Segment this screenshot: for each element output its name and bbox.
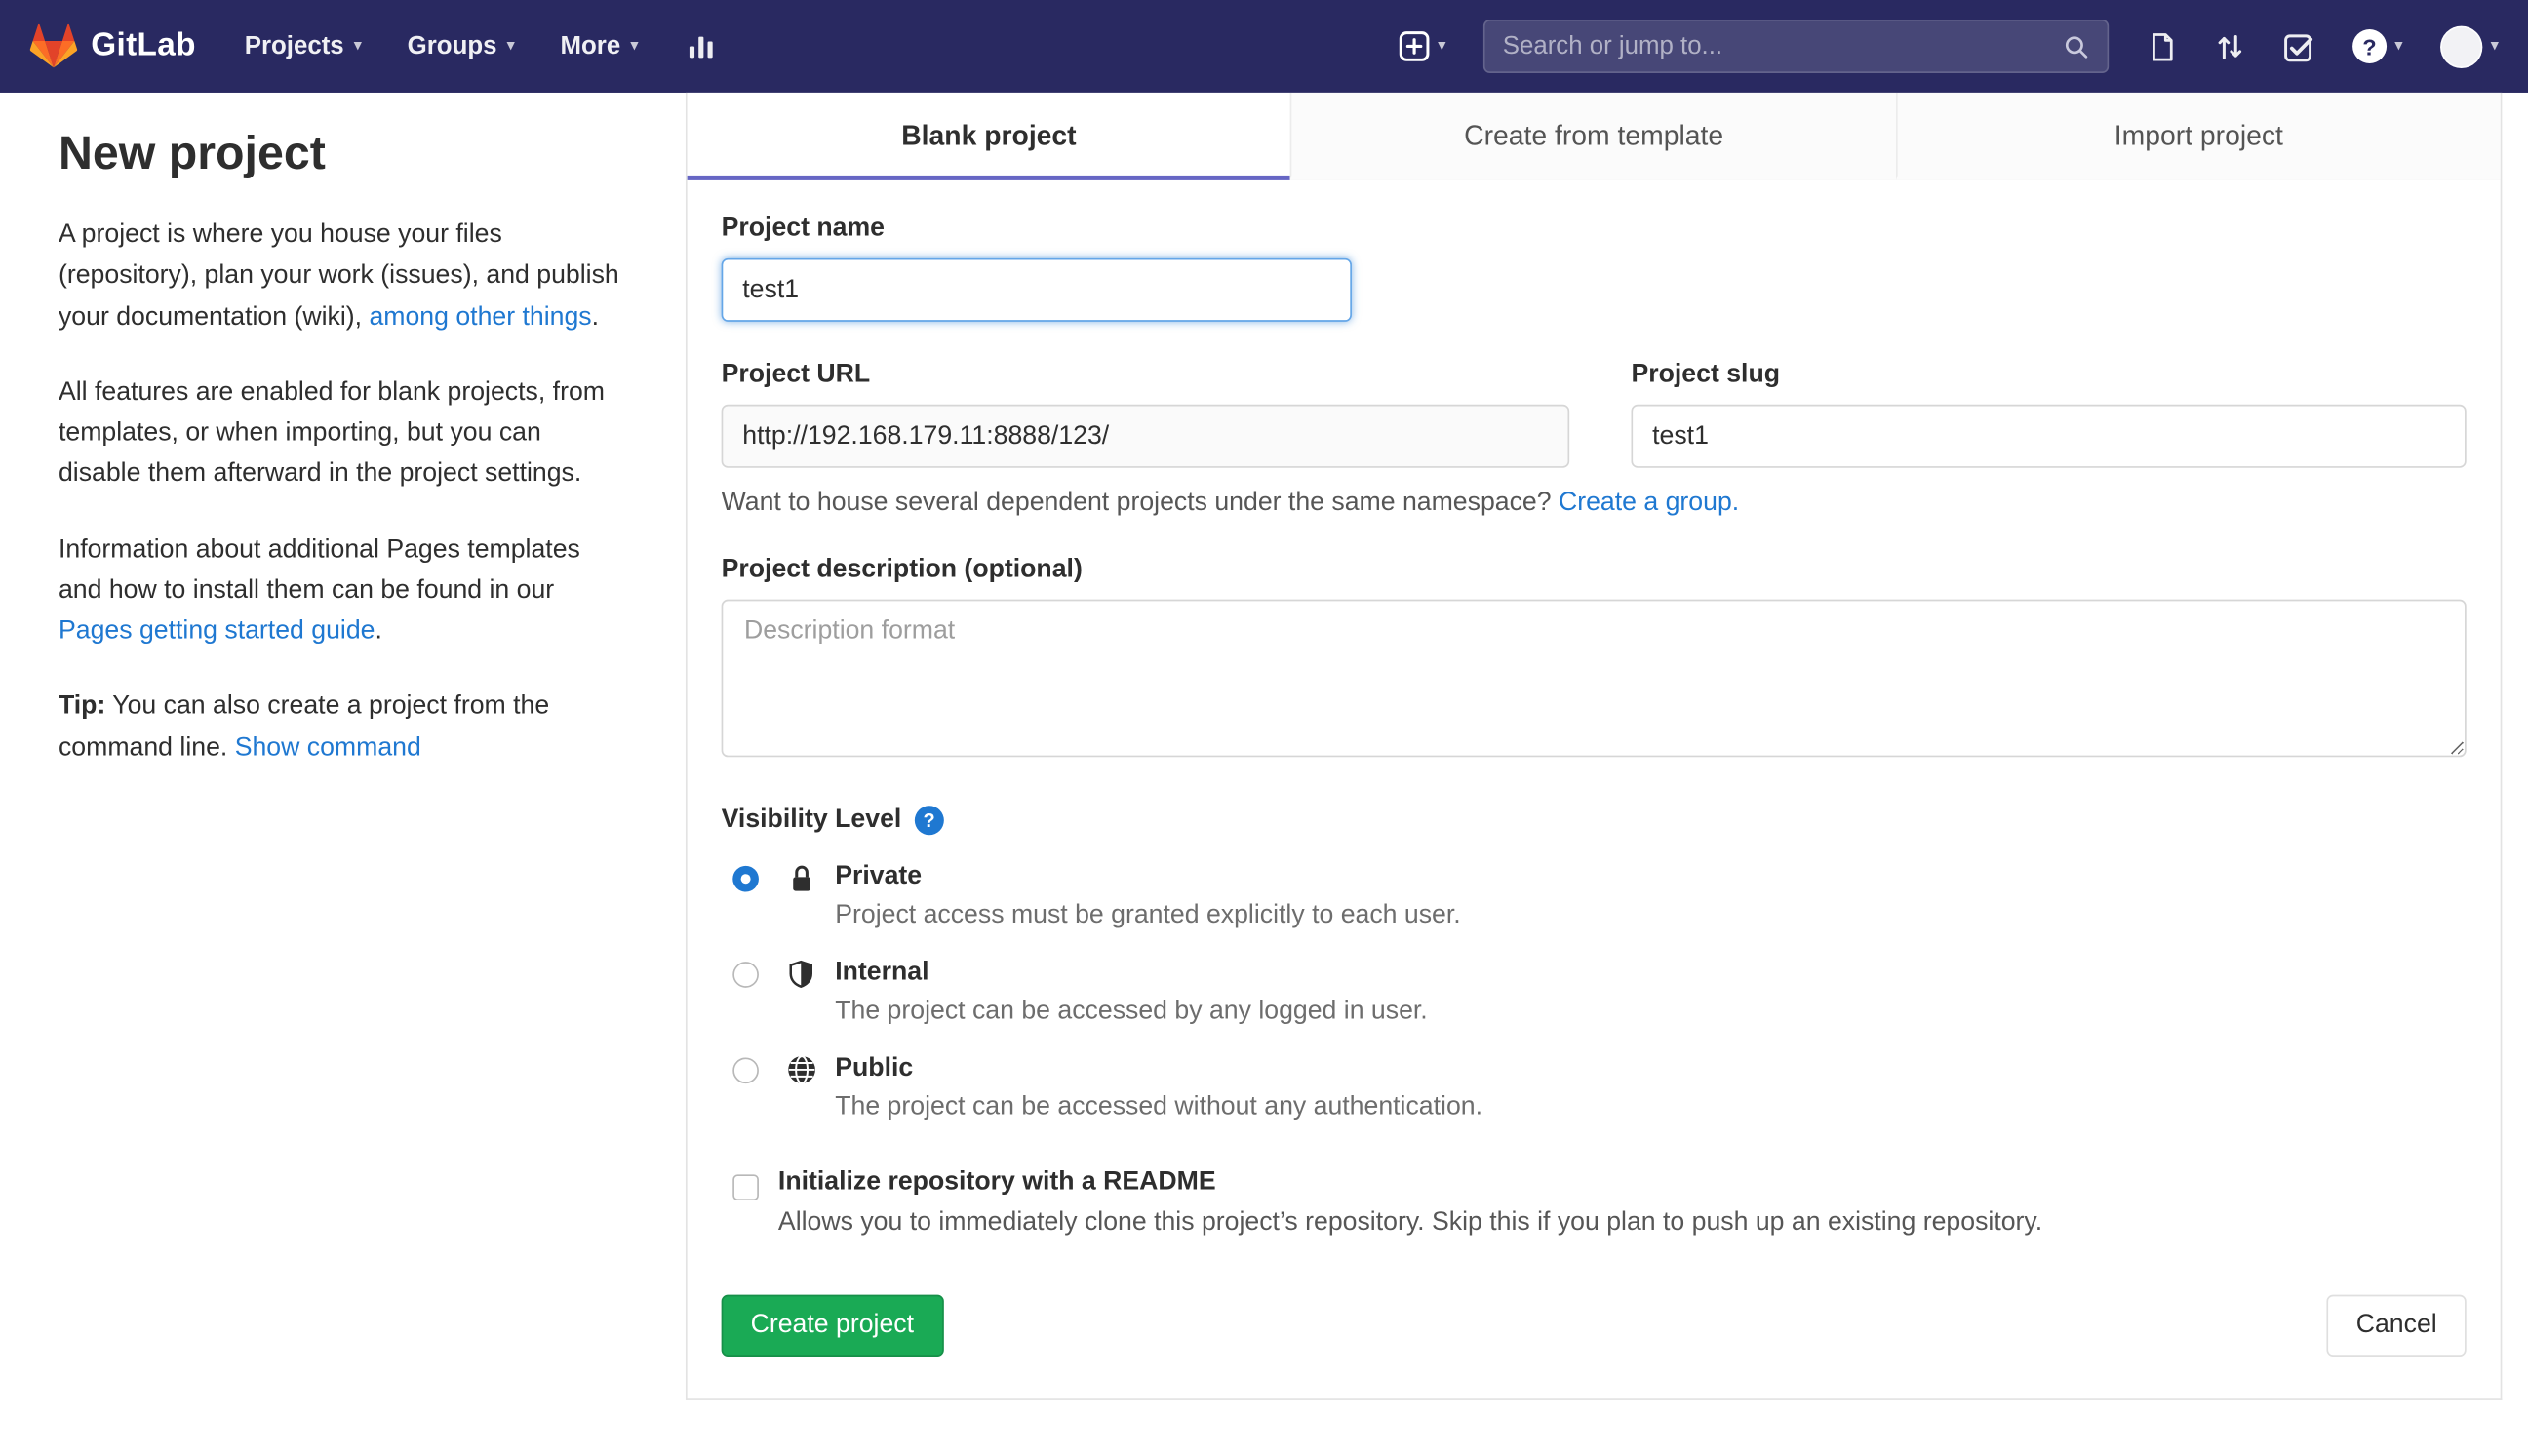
page-title: New project <box>58 128 326 180</box>
bar-chart-icon <box>689 36 713 59</box>
tip-label: Tip: <box>58 692 106 721</box>
shield-icon <box>789 960 812 988</box>
cancel-button[interactable]: Cancel <box>2326 1295 2467 1358</box>
search-box <box>1482 19 2110 73</box>
chevron-down-icon: ▾ <box>1438 36 1446 55</box>
project-url-label: Project URL <box>721 360 871 389</box>
nav-more-label: More <box>560 31 621 59</box>
visibility-option-private: Private Project access must be granted e… <box>722 859 2467 934</box>
show-command-link[interactable]: Show command <box>235 733 421 761</box>
nav-groups[interactable]: Groups ▾ <box>408 31 515 60</box>
search-input[interactable] <box>1502 31 2064 61</box>
paragraph-text: . <box>375 617 382 646</box>
readme-label[interactable]: Initialize repository with a README <box>778 1168 2042 1198</box>
url-slug-row: Project URL Project slug <box>721 360 2467 468</box>
public-radio[interactable] <box>732 1057 759 1084</box>
gitlab-logo-icon <box>29 23 78 68</box>
visibility-option-internal: Internal The project can be accessed by … <box>722 955 2467 1030</box>
project-description-label: Project description (optional) <box>721 555 1083 584</box>
page: GitLab Projects ▾ Groups ▾ More ▾ ▾ Sear… <box>0 0 2528 1456</box>
new-project-panel: Blank project Create from template Impor… <box>685 92 2503 1401</box>
nav-user-menu[interactable]: ▾ <box>2439 24 2500 68</box>
chevron-down-icon: ▾ <box>2490 36 2500 55</box>
nav-new-menu[interactable]: ▾ <box>1399 31 1445 62</box>
sidebar-paragraph-3: Information about additional Pages templ… <box>59 529 627 651</box>
visibility-option-desc: Project access must be granted explicitl… <box>835 900 1461 929</box>
main-content: New project A project is where you house… <box>0 92 2528 1401</box>
project-url-field: Project URL <box>721 360 1570 468</box>
create-project-button[interactable]: Create project <box>721 1295 944 1358</box>
tab-import-project[interactable]: Import project <box>1895 92 2501 180</box>
merge-requests-icon <box>2218 34 2241 59</box>
issues-icon <box>2152 32 2173 60</box>
navbar-right: ▾ Search or jump to... ? ▾ ▾ <box>1399 19 2500 73</box>
hint-text: Want to house several dependent projects… <box>721 489 1559 517</box>
avatar <box>2439 24 2483 68</box>
project-name-label: Project name <box>721 214 886 243</box>
create-a-group-link[interactable]: Create a group. <box>1559 489 1739 516</box>
pages-guide-link[interactable]: Pages getting started guide <box>59 617 375 645</box>
project-slug-label: Project slug <box>1631 360 1781 389</box>
nav-todos-button[interactable] <box>2282 30 2314 62</box>
lock-icon <box>792 865 810 891</box>
visibility-option-name: Private <box>835 862 923 890</box>
nav-projects[interactable]: Projects ▾ <box>245 31 362 60</box>
tab-create-from-template[interactable]: Create from template <box>1290 92 1896 180</box>
visibility-level-label: Visibility Level <box>721 806 902 834</box>
visibility-option-desc: The project can be accessed by any logge… <box>835 997 1428 1025</box>
project-name-input[interactable] <box>721 257 1352 322</box>
project-tabs: Blank project Create from template Impor… <box>687 92 2501 180</box>
readme-checkbox[interactable] <box>732 1174 759 1200</box>
visibility-option-name: Public <box>835 1054 914 1082</box>
nav-more[interactable]: More ▾ <box>561 31 639 60</box>
sidebar-tip: Tip: You can also create a project from … <box>59 687 627 768</box>
namespace-hint: Want to house several dependent projects… <box>722 489 2467 518</box>
visibility-help-icon[interactable]: ? <box>914 806 944 836</box>
internal-radio[interactable] <box>732 962 759 988</box>
project-slug-input[interactable] <box>1631 404 2467 468</box>
form-actions: Create project Cancel <box>721 1295 2467 1358</box>
paragraph-text: . <box>591 302 600 332</box>
project-url-input[interactable] <box>721 404 1570 468</box>
chevron-down-icon: ▾ <box>2394 36 2403 55</box>
chevron-down-icon: ▾ <box>506 36 515 55</box>
chevron-down-icon: ▾ <box>353 36 363 55</box>
visibility-option-desc: The project can be accessed without any … <box>835 1092 1482 1121</box>
chevron-down-icon: ▾ <box>630 36 639 55</box>
private-radio[interactable] <box>732 865 759 892</box>
gitlab-brand-link[interactable]: GitLab <box>29 22 196 69</box>
visibility-option-name: Internal <box>835 958 929 987</box>
readme-desc: Allows you to immediately clone this pro… <box>777 1208 2043 1237</box>
project-slug-field: Project slug <box>1631 360 2467 468</box>
nav-projects-label: Projects <box>244 31 344 59</box>
plus-square-icon <box>1399 31 1430 61</box>
new-project-form: Project name Project URL Project slug Wa… <box>688 180 2501 1399</box>
globe-icon <box>787 1055 815 1084</box>
among-other-things-link[interactable]: among other things <box>369 303 591 331</box>
todo-check-icon <box>2284 33 2312 61</box>
new-project-sidebar: New project A project is where you house… <box>0 93 686 803</box>
sidebar-paragraph-1: A project is where you house your files … <box>59 215 627 337</box>
paragraph-text: Information about additional Pages templ… <box>58 535 580 605</box>
tab-blank-project[interactable]: Blank project <box>687 92 1291 180</box>
help-icon: ? <box>2351 28 2387 63</box>
top-navbar: GitLab Projects ▾ Groups ▾ More ▾ ▾ Sear… <box>0 0 2528 93</box>
readme-row: Initialize repository with a README Allo… <box>722 1168 2467 1242</box>
nav-issues-button[interactable] <box>2146 30 2177 62</box>
nav-analytics-button[interactable] <box>684 31 718 62</box>
project-description-textarea[interactable] <box>721 599 2467 758</box>
sidebar-paragraph-2: All features are enabled for blank proje… <box>58 377 605 489</box>
search-icon <box>2065 35 2088 58</box>
visibility-option-public: Public The project can be accessed witho… <box>722 1051 2467 1126</box>
visibility-header: Visibility Level ? <box>721 806 2467 836</box>
brand-name: GitLab <box>91 27 196 63</box>
nav-help-menu[interactable]: ? ▾ <box>2351 28 2403 63</box>
nav-groups-label: Groups <box>407 31 497 59</box>
nav-merge-requests-button[interactable] <box>2214 30 2245 62</box>
